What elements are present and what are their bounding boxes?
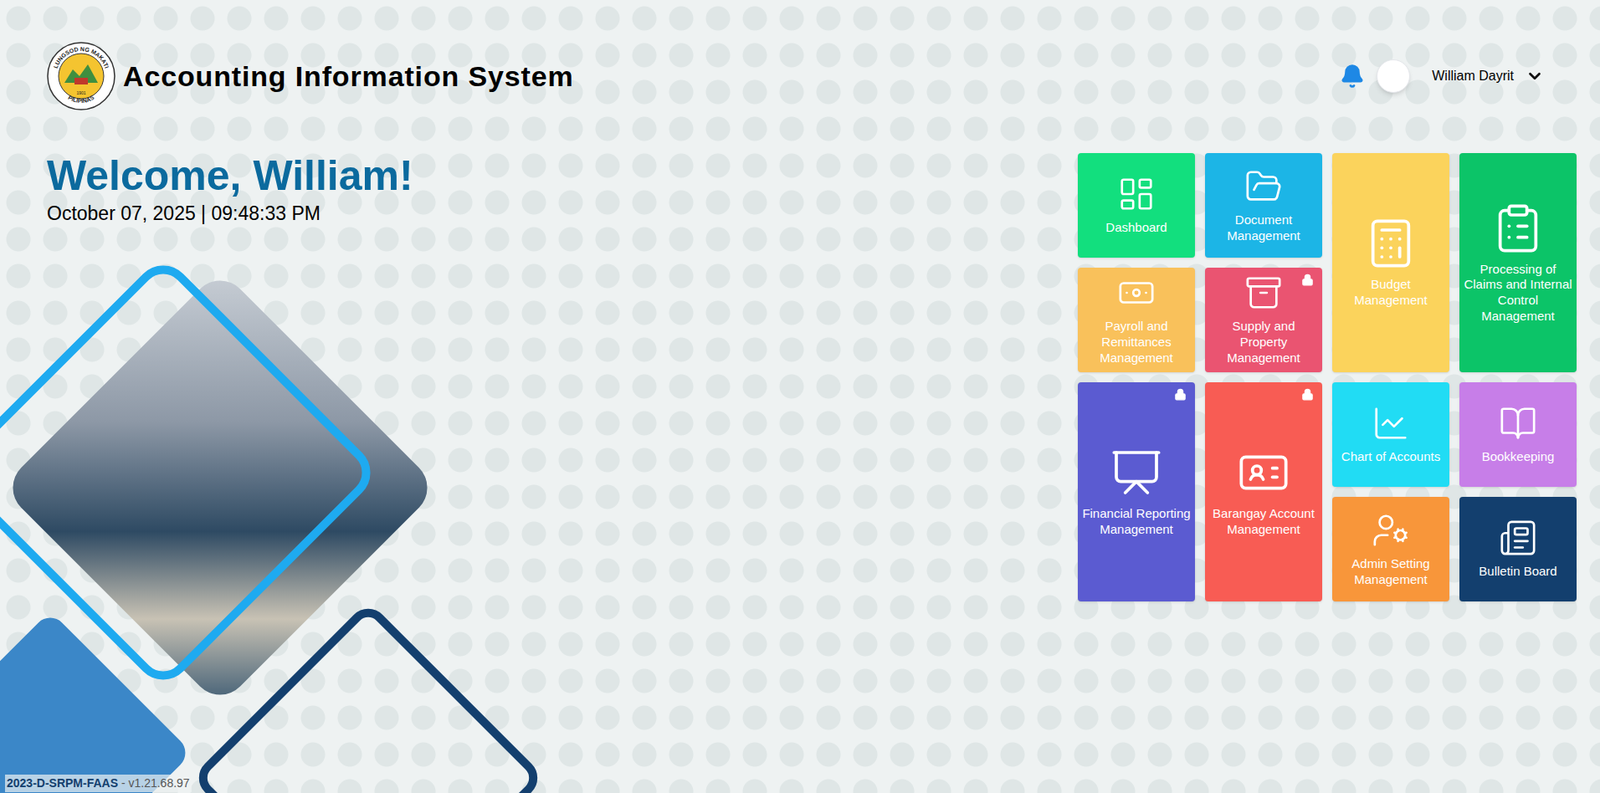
module-label: Chart of Accounts	[1341, 449, 1441, 466]
app-title: Accounting Information System	[123, 55, 574, 98]
user-menu[interactable]: William Dayrit	[1339, 59, 1544, 93]
module-tile[interactable]: Chart of Accounts	[1332, 382, 1450, 488]
module-tile[interactable]: Barangay Account Management	[1205, 382, 1323, 602]
building-photo	[0, 268, 439, 707]
module-icon	[1371, 511, 1411, 550]
main: Welcome, William!October 07, 2025 | 09:4…	[0, 153, 1600, 602]
makati-seal-icon: LUNGSOD NG MAKATI PILIPINAS1901	[46, 41, 117, 112]
datetime: October 07, 2025 | 09:48:33 PM	[46, 199, 414, 229]
chevron-down-icon[interactable]	[1525, 66, 1544, 86]
header: LUNGSOD NG MAKATI PILIPINAS1901 Accounting…	[0, 0, 1600, 112]
module-tile[interactable]: Document Management	[1205, 153, 1323, 258]
module-icon	[1117, 174, 1156, 214]
module-tile[interactable]: Processing of Claims and Internal Contro…	[1459, 153, 1577, 373]
avatar[interactable]	[1376, 59, 1411, 93]
module-icon	[1244, 273, 1283, 313]
module-label: Payroll and Remittances Management	[1081, 318, 1192, 366]
module-tile[interactable]: Budget Management	[1332, 153, 1450, 373]
app-home: LUNGSOD NG MAKATI PILIPINAS1901 Accounting…	[0, 0, 1600, 793]
svg-text:1901: 1901	[76, 90, 86, 96]
svg-text:LUNGSOD NG MAKATI: LUNGSOD NG MAKATI	[52, 46, 111, 70]
module-grid: Dashboard Document Management Budget Manag…	[1077, 153, 1577, 602]
module-icon	[1498, 404, 1538, 443]
module-tile[interactable]: Supply and Property Management	[1205, 267, 1323, 373]
welcome-greeting: Welcome, William!	[46, 153, 414, 200]
module-tile[interactable]: Payroll and Remittances Management	[1077, 267, 1195, 373]
module-label: Dashboard	[1105, 220, 1167, 236]
module-label: Budget Management	[1335, 276, 1447, 309]
module-label: Barangay Account Management	[1208, 506, 1319, 539]
module-label: Admin Setting Management	[1335, 556, 1447, 589]
module-tile[interactable]: Bulletin Board	[1459, 497, 1577, 602]
module-icon	[1491, 201, 1545, 256]
module-label: Processing of Claims and Internal Contro…	[1462, 261, 1574, 325]
footer-version: 2023-D-SRPM-FAAS - v1.21.68.97	[5, 774, 192, 793]
module-tile[interactable]: Bookkeeping	[1459, 382, 1577, 488]
lock-icon	[1174, 388, 1187, 401]
module-tile[interactable]: Admin Setting Management	[1332, 497, 1450, 602]
module-label: Supply and Property Management	[1208, 318, 1319, 366]
module-icon	[1498, 518, 1538, 558]
module-tile[interactable]: Dashboard	[1077, 153, 1195, 258]
welcome: Welcome, William!October 07, 2025 | 09:4…	[46, 153, 414, 602]
module-icon	[1236, 446, 1291, 500]
module-label: Bookkeeping	[1482, 449, 1555, 466]
module-icon	[1109, 446, 1164, 500]
lock-icon	[1301, 388, 1314, 401]
module-tile[interactable]: Financial Reporting Management	[1077, 382, 1195, 602]
module-label: Financial Reporting Management	[1081, 506, 1192, 539]
module-label: Document Management	[1208, 212, 1319, 245]
user-name[interactable]: William Dayrit	[1431, 66, 1514, 87]
lock-icon	[1301, 273, 1314, 287]
module-icon	[1117, 273, 1156, 313]
module-label: Bulletin Board	[1478, 564, 1557, 580]
module-icon	[1371, 404, 1411, 443]
svg-text:PILIPINAS: PILIPINAS	[66, 94, 96, 104]
module-icon	[1364, 216, 1418, 271]
module-icon	[1244, 167, 1283, 206]
notification-bell-icon[interactable]	[1339, 63, 1365, 89]
